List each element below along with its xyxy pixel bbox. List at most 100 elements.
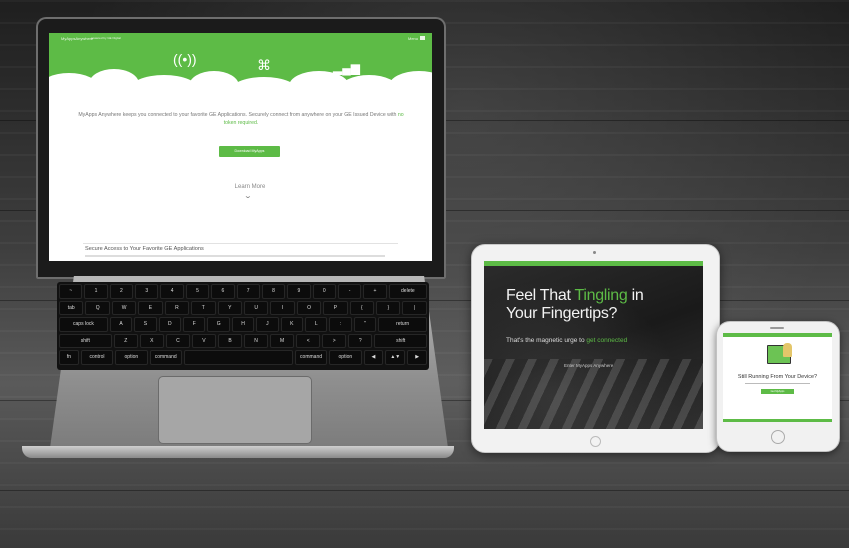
key[interactable]: N	[244, 333, 269, 348]
download-button[interactable]: Download MyApps	[219, 146, 280, 157]
key[interactable]: W	[111, 300, 137, 315]
tablet-home-button[interactable]	[590, 436, 601, 447]
key[interactable]: J	[256, 317, 279, 332]
laptop-screen: MyAppsAnywhere powered by GE Digital Men…	[49, 33, 432, 261]
headline-text-end: in	[627, 287, 644, 304]
key[interactable]: {	[349, 300, 375, 315]
key[interactable]: caps lock	[59, 317, 108, 332]
key[interactable]: E	[138, 300, 163, 315]
key[interactable]: >	[322, 333, 347, 348]
key[interactable]: command	[294, 350, 328, 365]
key[interactable]: P	[323, 300, 348, 315]
chevron-down-icon[interactable]: ⌄	[244, 192, 253, 200]
section-body-text	[85, 255, 385, 257]
key[interactable]: R	[164, 300, 190, 315]
key[interactable]: A	[109, 317, 133, 332]
headline-line-2: Your Fingertips?	[506, 305, 618, 322]
key[interactable]: V	[191, 333, 216, 348]
key[interactable]: return	[378, 317, 428, 332]
key[interactable]: 9	[287, 284, 311, 299]
tablet-screen: Feel That Tingling in Your Fingertips? T…	[484, 261, 703, 429]
key[interactable]: option	[115, 350, 148, 365]
key[interactable]: 7	[236, 284, 260, 299]
key[interactable]: ▶	[407, 350, 428, 365]
phone-button[interactable]: Get MyApps	[761, 389, 794, 394]
learn-more-link[interactable]: Learn More	[215, 184, 285, 190]
pipes-photo	[484, 359, 703, 429]
key[interactable]: delete	[388, 284, 427, 299]
key[interactable]: F	[183, 317, 206, 332]
top-nav: MyAppsAnywhere powered by GE Digital Men…	[49, 33, 432, 45]
key[interactable]: 4	[160, 284, 184, 299]
key[interactable]: K	[280, 317, 304, 332]
subtext-highlight[interactable]: get connected	[586, 337, 627, 344]
key[interactable]: U	[243, 300, 269, 315]
tablet-nav-bar	[484, 261, 703, 266]
phone-divider	[745, 383, 810, 384]
key[interactable]: shift	[59, 333, 112, 348]
key[interactable]: tab	[59, 300, 84, 315]
subtext: That's the magnetic urge to	[506, 337, 587, 344]
key[interactable]: |	[402, 300, 427, 315]
key[interactable]: ◀	[363, 350, 384, 365]
phone-home-button[interactable]	[771, 430, 785, 444]
key[interactable]: H	[231, 317, 255, 332]
menu-link[interactable]: Menu	[408, 36, 418, 41]
keyboard-row: tab Q W E R T Y U I O P{} |	[59, 300, 427, 315]
wood-plank-seam	[0, 490, 849, 491]
key[interactable]: control	[80, 350, 114, 365]
key[interactable]: 8	[261, 284, 286, 299]
key[interactable]: I	[270, 300, 295, 315]
key[interactable]: -	[337, 284, 362, 299]
key[interactable]: G	[207, 317, 230, 332]
share-icon: ⟡	[125, 71, 133, 85]
key[interactable]: 6	[211, 284, 235, 299]
key[interactable]: shift	[374, 333, 428, 348]
key[interactable]: option	[329, 350, 362, 365]
key[interactable]: <	[296, 333, 321, 348]
headline-highlight: Tingling	[574, 287, 628, 304]
key[interactable]: command	[149, 350, 182, 365]
brand-tagline: powered by GE Digital	[91, 36, 121, 40]
key[interactable]: Z	[113, 333, 138, 348]
key[interactable]: B	[217, 333, 243, 348]
tablet-device: Feel That Tingling in Your Fingertips? T…	[471, 244, 720, 453]
key[interactable]: D	[158, 317, 182, 332]
key[interactable]: 0	[312, 284, 336, 299]
key[interactable]: O	[296, 300, 322, 315]
enter-link[interactable]: Enter MyApps Anywhere	[564, 363, 613, 368]
key[interactable]: M	[270, 333, 295, 348]
key[interactable]: 5	[185, 284, 210, 299]
key[interactable]: X	[139, 333, 164, 348]
key[interactable]: ?	[348, 333, 373, 348]
key[interactable]: Y	[217, 300, 242, 315]
trackpad[interactable]	[158, 376, 312, 444]
key[interactable]: L	[305, 317, 328, 332]
key[interactable]: S	[134, 317, 157, 332]
key[interactable]: 1	[84, 284, 108, 299]
key[interactable]: T	[191, 300, 216, 315]
phone-screen: Still Running From Your Device? Get MyAp…	[723, 333, 832, 422]
key[interactable]: 2	[109, 284, 134, 299]
signal-bars-icon: ▂▄▆	[333, 61, 360, 75]
key[interactable]: }	[376, 300, 401, 315]
brand-link[interactable]: MyAppsAnywhere	[61, 36, 93, 41]
key[interactable]: ~	[59, 284, 83, 299]
key[interactable]	[183, 350, 293, 365]
tablet-headline: Feel That Tingling in Your Fingertips?	[506, 287, 676, 323]
key[interactable]: :	[329, 317, 352, 332]
divider	[83, 243, 398, 244]
section-title: Secure Access to Your Favorite GE Applic…	[85, 246, 204, 252]
key[interactable]: C	[165, 333, 190, 348]
key[interactable]: "	[353, 317, 377, 332]
key[interactable]: fn	[59, 350, 79, 365]
phone-title: Still Running From Your Device?	[737, 374, 818, 380]
laptop-front-edge	[22, 446, 454, 458]
key[interactable]: +	[363, 284, 387, 299]
key[interactable]: Q	[85, 300, 110, 315]
phone-device: Still Running From Your Device? Get MyAp…	[716, 321, 840, 452]
keyboard-row: shift Z X C V B N M < >? shift	[59, 333, 428, 348]
key[interactable]: 3	[135, 284, 159, 299]
hamburger-icon[interactable]	[420, 36, 425, 40]
key[interactable]: ▲▼	[385, 350, 406, 365]
